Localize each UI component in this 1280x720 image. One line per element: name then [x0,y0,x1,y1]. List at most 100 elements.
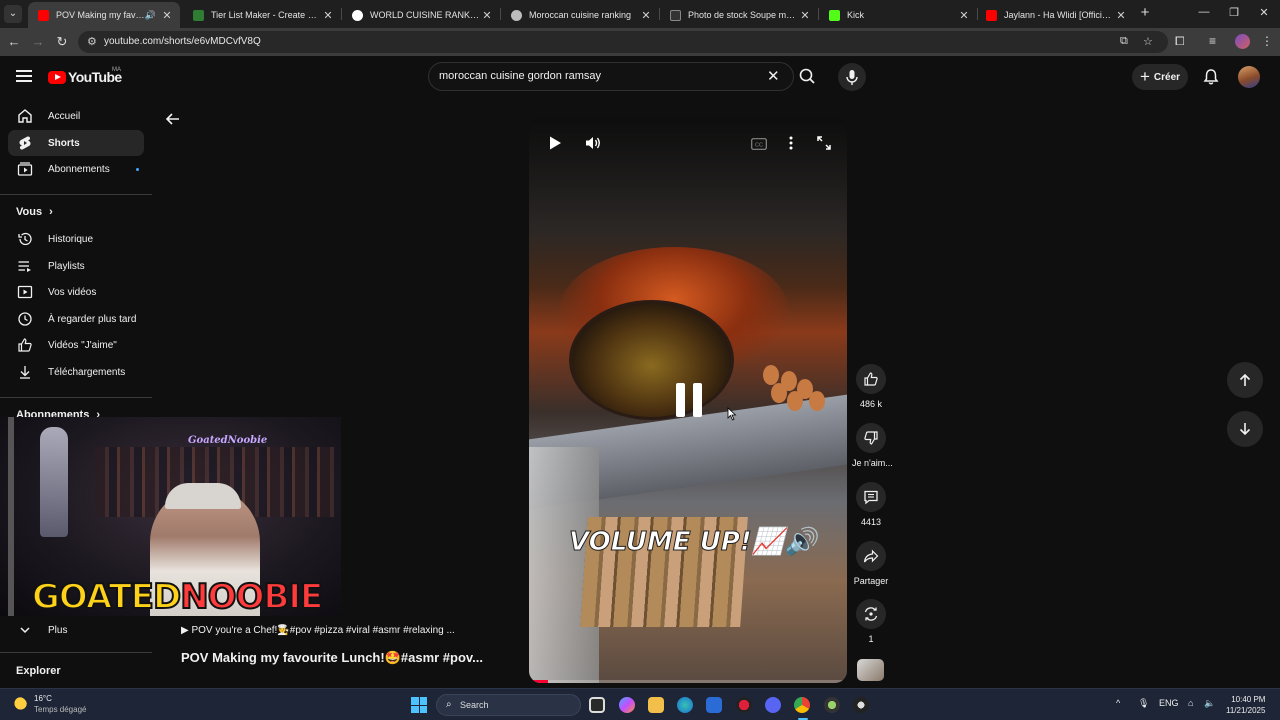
share-label: Partager [853,576,889,586]
weather-moon-icon[interactable] [11,697,27,713]
close-tab-icon[interactable]: ✕ [1114,9,1128,22]
plus-icon: + [1139,67,1150,86]
search-button[interactable] [794,62,822,91]
video-title[interactable]: POV Making my favourite Lunch!🤩#asmr #po… [181,650,483,666]
remix-count: 1 [868,634,874,644]
like-button[interactable] [856,364,886,394]
captions-button[interactable]: CC [751,137,767,155]
webcam-streamer-cap [165,483,241,509]
share-button[interactable] [856,541,886,571]
browser-tab[interactable]: Tier List Maker - Create a Tier L ✕ [183,2,341,28]
obs-studio-icon[interactable] [824,697,840,713]
close-window-icon[interactable]: ✕ [1254,6,1274,19]
create-button[interactable]: + Créer [1132,64,1188,90]
browser-profile-avatar[interactable] [1235,34,1250,49]
sidebar-item-playlists[interactable]: Playlists [8,253,144,279]
task-view-icon[interactable] [589,697,605,713]
browser-menu-icon[interactable]: ⋮ [1261,34,1273,48]
you-section-heading[interactable]: Vous › [16,206,53,218]
browser-tab[interactable]: Jaylann - Ha Wlidi [Official Mu ✕ [976,2,1134,28]
audio-playing-icon[interactable]: 🔊 [145,10,156,21]
youtube-logo[interactable]: YouTube [48,69,122,85]
video-description-line[interactable]: ▶ POV you're a Chef!🧑‍🍳#pov #pizza #vira… [181,625,455,636]
sidebar-item-watch-later[interactable]: À regarder plus tard [8,306,144,332]
next-short-button[interactable] [1227,411,1263,447]
media-controls-icon[interactable]: ≡ [1209,34,1216,48]
davinci-resolve-icon[interactable] [736,697,752,713]
back-arrow-icon[interactable] [164,111,182,127]
comments-button[interactable] [856,482,886,512]
show-hidden-icons-chevron-icon[interactable]: ^ [1116,698,1120,708]
speaker-tray-icon[interactable]: 🔈 [1204,698,1215,709]
bookmark-star-icon[interactable]: ☆ [1143,35,1153,48]
play-button[interactable] [547,135,563,156]
clear-search-icon[interactable]: ✕ [767,67,780,85]
site-info-icon[interactable]: ⚙ [87,35,97,48]
sidebar-item-your-videos[interactable]: Vos vidéos [8,279,144,305]
close-tab-icon[interactable]: ✕ [160,9,174,22]
sidebar-item-history[interactable]: Historique [8,226,144,252]
microsoft-store-icon[interactable] [706,697,722,713]
copilot-icon[interactable] [619,697,635,713]
browser-tab[interactable]: Photo de stock Soupe marocai ✕ [660,2,818,28]
reload-icon[interactable]: ↻ [54,34,70,50]
search-query: moroccan cuisine gordon ramsay [439,70,602,82]
forward-icon[interactable]: → [30,34,46,50]
url-text: youtube.com/shorts/e6vMDCvfV8Q [104,36,261,47]
webcam-figurine [40,427,68,537]
new-tab-button[interactable]: + [1137,5,1153,21]
video-egg-tray [757,347,827,417]
remix-button[interactable] [856,599,886,629]
fullscreen-button[interactable] [816,135,832,156]
network-icon[interactable]: ⌂ [1188,698,1193,708]
sidebar-item-liked-videos[interactable]: Vidéos "J'aime" [8,332,144,358]
close-tab-icon[interactable]: ✕ [639,9,653,22]
sidebar-item-downloads[interactable]: Téléchargements [8,359,144,385]
minimize-icon[interactable]: — [1194,6,1214,18]
close-tab-icon[interactable]: ✕ [798,9,812,22]
watch-later-icon [16,310,34,328]
sidebar-item-shorts[interactable]: Shorts [8,130,144,156]
guide-menu-icon[interactable] [16,70,32,82]
volume-button[interactable] [584,135,602,156]
back-icon[interactable]: ← [6,34,22,50]
edge-browser-icon[interactable] [677,697,693,713]
discord-icon[interactable] [765,697,781,713]
video-progress-bar[interactable] [529,680,847,683]
voice-search-button[interactable] [838,63,866,91]
microphone-tray-icon[interactable]: 🎙 [1138,698,1149,709]
weather-temperature[interactable]: 16°C [34,694,52,703]
original-sound-thumbnail[interactable] [857,659,884,681]
chrome-icon[interactable] [794,697,810,713]
windows-start-icon[interactable] [411,697,427,713]
close-tab-icon[interactable]: ✕ [321,9,335,22]
sidebar-item-home[interactable]: Accueil [8,103,144,129]
browser-tab[interactable]: Moroccan cuisine ranking ✕ [501,2,659,28]
taskbar-search-box[interactable]: ⌕ Search [436,694,581,716]
shorts-video-player[interactable]: CC VOLUME UP!📈🔊 [529,117,847,683]
address-bar[interactable]: ⚙ youtube.com/shorts/e6vMDCvfV8Q ⧉ ☆ [78,31,1168,53]
restore-icon[interactable]: ❐ [1224,6,1244,19]
browser-tab[interactable]: POV Making my favourite L 🔊 ✕ [28,2,180,28]
close-tab-icon[interactable]: ✕ [480,9,494,22]
tab-search-button[interactable]: ⌄ [4,5,22,23]
sidebar-item-more[interactable]: Plus [8,617,144,643]
file-explorer-icon[interactable] [648,697,664,713]
cast-icon[interactable]: ⧉ [1120,35,1128,48]
browser-tab[interactable]: WORLD CUISINE RANK - Reche ✕ [342,2,500,28]
streaming-app-icon[interactable] [853,697,869,713]
extensions-icon[interactable]: ⧠ [1175,34,1185,49]
system-clock[interactable]: 10:40 PM 11/21/2025 [1226,694,1265,716]
more-options-button[interactable] [786,135,796,156]
notifications-bell-icon[interactable] [1202,68,1220,86]
search-input[interactable]: moroccan cuisine gordon ramsay ✕ [428,62,794,91]
input-language[interactable]: ENG [1159,698,1179,708]
browser-tab[interactable]: Kick ✕ [819,2,977,28]
account-avatar[interactable] [1238,66,1260,88]
weather-condition[interactable]: Temps dégagé [34,705,86,714]
close-tab-icon[interactable]: ✕ [957,9,971,22]
previous-short-button[interactable] [1227,362,1263,398]
sidebar-item-subscriptions[interactable]: Abonnements [8,156,144,182]
pause-overlay-icon[interactable] [672,383,706,417]
dislike-button[interactable] [856,423,886,453]
